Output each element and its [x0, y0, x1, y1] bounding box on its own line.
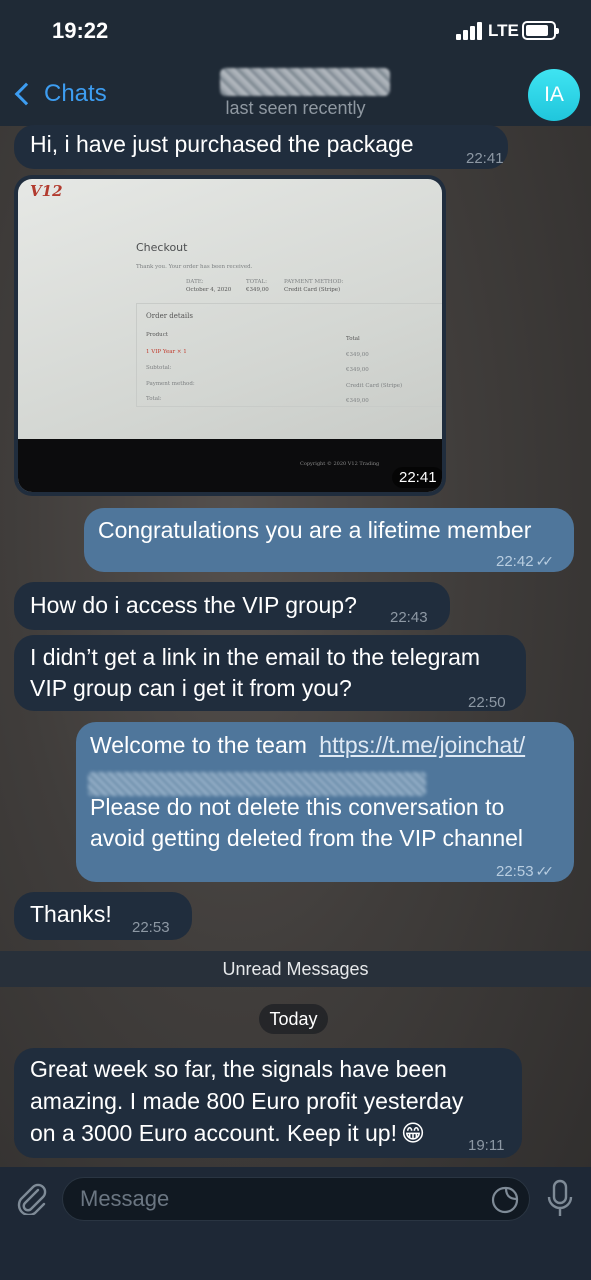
microphone-icon[interactable]	[546, 1179, 574, 1219]
message-text: Hi, i have just purchased the package	[30, 131, 414, 157]
message-bubble[interactable]: I didn’t get a link in the email to the …	[14, 635, 526, 711]
message-time: 22:41	[466, 150, 504, 167]
last-seen-status: last seen recently	[225, 98, 366, 118]
photo-date: October 4, 2020	[186, 287, 232, 293]
message-time: 22:53	[132, 919, 170, 936]
status-time: 19:22	[52, 18, 109, 43]
message-bubble[interactable]: Thanks! 22:53	[14, 892, 192, 940]
photo-copyright: Copyright © 2020 V12 Trading	[300, 461, 380, 467]
message-text: How do i access the VIP group?	[30, 592, 357, 618]
message-text: Congratulations you are a lifetime membe…	[98, 517, 532, 543]
message-text: Welcome to the team	[90, 732, 307, 758]
photo-total-header: Total	[346, 336, 360, 342]
photo-payment: Credit Card (Stripe)	[284, 287, 341, 293]
chat-header: Chats last seen recently IA	[0, 62, 591, 126]
message-input[interactable]	[62, 1177, 530, 1221]
photo-product-header: Product	[146, 332, 168, 338]
photo-date-label: DATE:	[186, 279, 204, 285]
photo-grand: €349,00	[346, 398, 369, 404]
message-text-line: Great week so far, the signals have been	[30, 1056, 447, 1082]
photo-thanks-text: Thank you. Your order has been received.	[136, 264, 253, 270]
photo-payment-label: PAYMENT METHOD:	[284, 279, 344, 285]
unread-messages-separator: Unread Messages	[0, 951, 591, 987]
message-time: 22:50	[468, 694, 506, 711]
read-check-icon: ✓✓	[535, 553, 555, 569]
photo-checkout-title: Checkout	[136, 241, 188, 254]
photo-pm-label: Payment method:	[146, 381, 195, 387]
checkout-screenshot[interactable]: V12 Checkout Thank you. Your order has b…	[18, 179, 442, 492]
invite-link[interactable]: https://t.me/joinchat/	[319, 732, 525, 758]
message-text-line: I didn’t get a link in the email to the …	[30, 644, 481, 670]
message-text-line: on a 3000 Euro account. Keep it up! 😁	[30, 1120, 425, 1147]
photo-message[interactable]: V12 Checkout Thank you. Your order has b…	[14, 175, 446, 496]
message-text-line: VIP group can i get it from you?	[30, 675, 352, 701]
message-time: 19:11	[468, 1137, 505, 1154]
photo-order-details: Order details	[146, 312, 193, 320]
battery-icon	[522, 21, 559, 40]
message-bubble[interactable]: Welcome to the team https://t.me/joincha…	[76, 722, 574, 882]
message-composer	[0, 1167, 591, 1280]
attach-icon[interactable]	[14, 1181, 48, 1215]
message-text-line: avoid getting deleted from the VIP chann…	[90, 825, 524, 851]
status-bar: 19:22 LTE	[0, 0, 591, 62]
message-text-line: Please do not delete this conversation t…	[90, 794, 505, 820]
date-separator: Today	[259, 1004, 328, 1034]
read-check-icon: ✓✓	[535, 863, 555, 879]
network-type: LTE	[488, 21, 519, 40]
photo-subtotal-label: Subtotal:	[146, 365, 172, 371]
photo-grand-label: Total:	[146, 396, 162, 402]
message-time: 22:42 ✓✓	[496, 553, 555, 570]
photo-total-label: TOTAL:	[246, 279, 268, 285]
message-bubble[interactable]: How do i access the VIP group? 22:43	[14, 582, 450, 630]
photo-subtotal: €349,00	[346, 367, 369, 373]
message-time: 22:53 ✓✓	[496, 863, 555, 880]
photo-item: 1 VIP Year × 1	[146, 349, 187, 355]
contact-avatar[interactable]: IA	[528, 69, 580, 121]
photo-pm: Credit Card (Stripe)	[346, 383, 403, 389]
grinning-emoji: 😁	[401, 1121, 425, 1147]
photo-item-price: €349,00	[346, 352, 369, 358]
message-time: 22:41	[392, 467, 442, 488]
message-text: Thanks!	[30, 901, 112, 927]
message-bubble[interactable]: Hi, i have just purchased the package 22…	[14, 125, 508, 169]
message-text-line: amazing. I made 800 Euro profit yesterda…	[30, 1088, 464, 1114]
cellular-signal-icon	[456, 22, 484, 40]
chat-title-redacted[interactable]	[220, 68, 390, 96]
message-time: 22:43	[390, 609, 428, 626]
v12-logo: V12	[30, 182, 63, 200]
photo-total: €349,00	[246, 287, 269, 293]
message-bubble[interactable]: Congratulations you are a lifetime membe…	[84, 508, 574, 572]
message-bubble[interactable]: Great week so far, the signals have been…	[14, 1048, 522, 1158]
sticker-icon[interactable]	[490, 1185, 520, 1215]
